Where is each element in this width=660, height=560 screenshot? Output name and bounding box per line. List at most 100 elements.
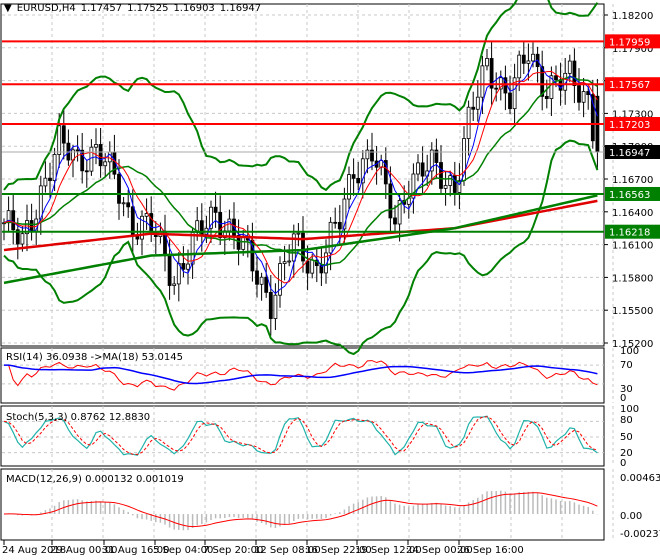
chart-canvas: 1.182001.179001.176001.173001.170001.167…: [0, 0, 660, 556]
candle-body: [439, 162, 443, 189]
candle-body: [126, 202, 131, 208]
symbol-label: EURUSD,H4: [16, 3, 76, 14]
candle-body: [107, 151, 112, 163]
candle-body: [443, 185, 448, 189]
candle-body: [38, 185, 43, 220]
candle-body: [567, 60, 572, 74]
candle-body: [94, 144, 98, 148]
candle-body: [471, 106, 476, 110]
y-tick-label: 1.15800: [612, 273, 653, 284]
candle-body: [287, 260, 292, 263]
candle-body: [227, 218, 232, 232]
macd-axis-label: 0.004639: [620, 473, 660, 484]
candle-body: [282, 261, 287, 264]
candle-body: [273, 294, 278, 319]
y-tick-label: 1.15500: [612, 306, 653, 317]
macd-axis-label: 0.00: [620, 511, 642, 522]
chart-window: 1.182001.179001.176001.173001.170001.167…: [0, 0, 660, 560]
candle-body: [305, 260, 310, 274]
candle-body: [347, 174, 351, 200]
current-price-label: 1.16947: [609, 148, 650, 159]
low-value: 1.16903: [173, 3, 215, 14]
candle-body: [581, 91, 586, 103]
candle-body: [61, 125, 66, 144]
candle-body: [52, 154, 57, 181]
level-price-label: 1.17203: [609, 120, 650, 131]
candle-body: [268, 291, 273, 319]
candle-body: [75, 149, 80, 152]
rsi-axis-label: 70: [620, 360, 633, 371]
bollinger-lower: [3, 139, 599, 356]
rsi-axis-label: 100: [620, 346, 639, 357]
candle-body: [167, 255, 172, 286]
collapse-arrow-icon[interactable]: ▼: [4, 3, 12, 14]
candle-body: [393, 217, 397, 225]
candle-body: [20, 233, 25, 245]
candle-body: [259, 276, 264, 285]
candle-body: [475, 96, 480, 110]
candle-body: [117, 173, 121, 204]
stoch-axis-label: 80: [620, 415, 633, 426]
candle-body: [521, 54, 526, 64]
candle-body: [84, 170, 89, 173]
candle-body: [121, 202, 126, 205]
stoch-axis-label: 100: [620, 404, 639, 415]
candle-body: [172, 283, 177, 286]
open-value: 1.17457: [80, 3, 123, 14]
candle-body: [213, 206, 218, 213]
level-price-label: 1.17959: [609, 37, 650, 48]
candle-body: [264, 276, 269, 293]
stoch-axis-label: 0: [620, 458, 626, 469]
candle-body: [310, 259, 315, 274]
y-tick-label: 1.16100: [612, 241, 653, 252]
candle-body: [365, 149, 370, 160]
candle-body: [356, 177, 361, 184]
candle-body: [43, 177, 48, 187]
stoch-label: Stoch(5,3,3) 0.8762 12.8830: [6, 412, 150, 423]
candle-body: [48, 177, 52, 181]
candle-body: [517, 54, 522, 79]
candle-body: [508, 92, 512, 110]
candle-body: [103, 161, 108, 167]
rsi-axis-label: 0: [620, 393, 626, 404]
y-tick-label: 1.16400: [612, 208, 653, 219]
level-price-label: 1.16563: [609, 190, 650, 201]
candle-body: [526, 60, 531, 64]
candle-body: [181, 263, 186, 270]
rsi-label: RSI(14) 36.0938 ->MA(18) 53.0145: [6, 352, 183, 363]
candle-body: [448, 175, 453, 186]
high-value: 1.17525: [127, 3, 169, 14]
macd-signal-line: [3, 492, 598, 528]
candle-body: [57, 125, 62, 155]
close-value: 1.16947: [219, 3, 262, 14]
candle-body: [98, 144, 103, 167]
candle-body: [577, 85, 581, 103]
candle-body: [554, 75, 558, 81]
rsi-ma-line: [4, 364, 598, 385]
candle-body: [11, 210, 16, 231]
candle-body: [296, 232, 301, 235]
candle-body: [351, 174, 356, 179]
candle-body: [29, 220, 34, 232]
candle-body: [337, 221, 342, 230]
candle-body: [241, 236, 246, 250]
candle-body: [544, 95, 549, 99]
level-price-label: 1.16218: [609, 228, 650, 239]
level-price-label: 1.17567: [609, 80, 650, 91]
chart-header: ▼ EURUSD,H4 1.17457 1.17525 1.16903 1.16…: [4, 3, 261, 14]
candle-body: [494, 87, 499, 90]
x-tick-label: 26 Sep 16:00: [457, 545, 524, 556]
macd-axis-label: -0.002379: [620, 529, 660, 540]
candle-body: [255, 270, 259, 285]
y-tick-label: 1.18200: [612, 11, 653, 22]
candle-body: [420, 162, 425, 177]
candle-body: [466, 106, 471, 139]
long-ma-red: [3, 199, 598, 252]
candle-body: [531, 53, 535, 62]
candle-body: [186, 263, 190, 270]
stoch-axis-label: 50: [620, 432, 633, 443]
candle-body: [89, 146, 94, 172]
candle-body: [480, 65, 485, 98]
y-tick-label: 1.16700: [612, 175, 653, 186]
macd-label: MACD(12,26,9) 0.000132 0.001019: [6, 474, 184, 485]
